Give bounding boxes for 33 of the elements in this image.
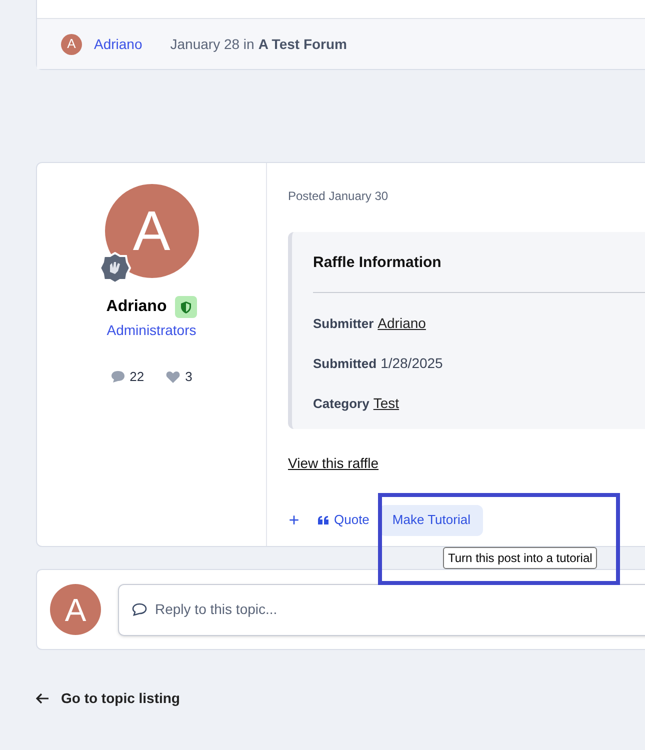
shield-badge-icon <box>174 296 197 318</box>
back-link[interactable]: Go to topic listing <box>0 688 180 709</box>
author-link[interactable]: Adriano <box>94 34 142 54</box>
forum-link[interactable]: A Test Forum <box>258 34 347 54</box>
reply-field[interactable]: Reply to this topic... <box>118 584 645 636</box>
quote-icon <box>318 516 329 524</box>
field-label: Category <box>313 394 370 413</box>
quote-button[interactable]: Quote <box>318 510 370 530</box>
group-link[interactable]: Administrators <box>106 320 196 341</box>
post-date: Posted January 30 <box>288 188 390 205</box>
avatar: A <box>61 34 82 54</box>
field-link[interactable]: Adriano <box>378 312 426 334</box>
view-raffle-link[interactable]: View this raffle <box>288 452 379 474</box>
reply-input[interactable]: Reply to this topic... <box>155 599 455 620</box>
comment-count: 22 <box>130 368 144 386</box>
comment-icon <box>110 370 125 384</box>
avatar: A <box>50 584 101 635</box>
add-button[interactable]: + <box>288 511 300 529</box>
field-label: Submitter <box>313 314 374 332</box>
post-meta: January 28 in <box>170 34 254 54</box>
tooltip: Turn this post into a tutorial <box>443 547 598 569</box>
like-count: 3 <box>185 368 192 386</box>
make-tutorial-button[interactable]: Make Tutorial <box>379 504 484 536</box>
comment-icon <box>132 603 147 616</box>
panel-title: Raffle Information <box>313 253 442 273</box>
rank-badge-icon <box>98 252 130 284</box>
field-label: Submitted <box>313 354 377 372</box>
avatar: A <box>104 184 198 278</box>
arrow-left-icon <box>36 693 49 704</box>
heart-icon <box>166 370 180 383</box>
field-link[interactable]: Test <box>373 392 400 414</box>
field-value: 1/28/2025 <box>380 354 443 372</box>
author-name: Adriano <box>106 297 167 317</box>
